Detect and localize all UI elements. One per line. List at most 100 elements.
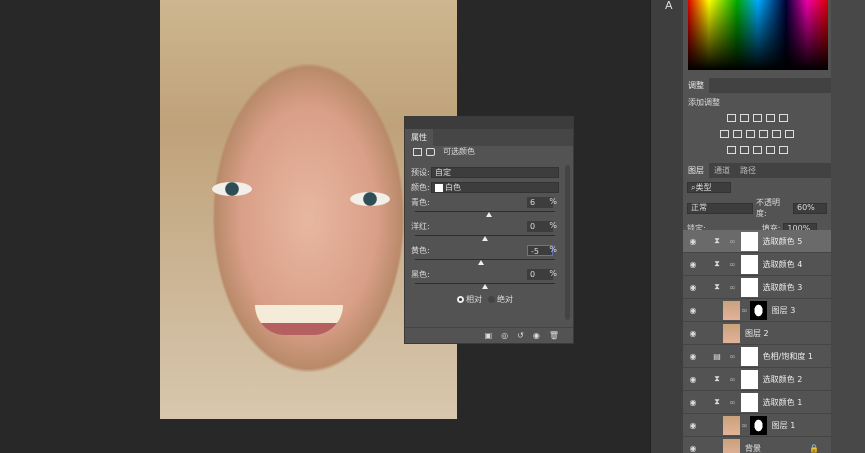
- tab-paths[interactable]: 路径: [735, 163, 761, 178]
- mask-thumbnail[interactable]: [740, 231, 758, 251]
- left-eye: [212, 182, 252, 196]
- selective-color-icon: ⧗: [714, 397, 720, 406]
- dock-area: [831, 0, 865, 453]
- colors-select[interactable]: 白色: [431, 182, 559, 193]
- layer-name: 图层 3: [771, 305, 796, 315]
- radio-absolute[interactable]: [488, 296, 495, 303]
- percent-sign: %: [549, 221, 557, 230]
- layer-row[interactable]: ◉ ∞ 图层 1: [683, 414, 831, 437]
- mask-thumbnail[interactable]: [740, 277, 758, 297]
- slider-track[interactable]: [415, 211, 555, 212]
- reset-icon[interactable]: ↺: [517, 331, 524, 343]
- selective-color-icon[interactable]: [413, 147, 422, 156]
- slider-thumb[interactable]: [486, 212, 493, 217]
- link-icon[interactable]: ∞: [729, 398, 736, 407]
- selective-color-icon: ⧗: [714, 259, 720, 268]
- eye-icon[interactable]: ◉: [683, 352, 703, 361]
- slider-label: 洋红:: [411, 222, 430, 231]
- radio-relative[interactable]: [457, 296, 464, 303]
- slider-label: 黄色:: [411, 246, 430, 255]
- mask-thumbnail[interactable]: [740, 369, 758, 389]
- slider-thumb[interactable]: [482, 236, 488, 241]
- tab-properties[interactable]: 属性: [405, 129, 433, 146]
- layer-row[interactable]: ◉ ∞ 图层 3: [683, 299, 831, 322]
- mask-thumbnail[interactable]: [749, 415, 767, 435]
- link-icon[interactable]: ∞: [741, 421, 748, 430]
- right-panels: 调整 添加调整 图层 通道 路径 ⌕ 类型 正常 不透明度: 60% 锁定: 填充: 100%…: [683, 0, 831, 453]
- eye-icon[interactable]: ◉: [683, 260, 703, 269]
- layer-name: 选取颜色 4: [762, 259, 803, 269]
- eye-icon[interactable]: ◉: [683, 421, 703, 430]
- opacity-input[interactable]: 60%: [793, 202, 827, 214]
- percent-sign: %: [549, 269, 557, 278]
- filter-select[interactable]: ⌕ 类型: [687, 182, 731, 193]
- smile: [255, 305, 343, 335]
- layer-name: 选取颜色 1: [762, 397, 803, 407]
- link-icon[interactable]: ∞: [729, 352, 736, 361]
- eye-icon[interactable]: ◉: [683, 398, 703, 407]
- scrollbar[interactable]: [565, 165, 570, 320]
- mask-thumbnail[interactable]: [740, 254, 758, 274]
- visibility-icon[interactable]: ◉: [533, 331, 540, 343]
- layer-row[interactable]: ◉ ⧗ ∞ 选取颜色 4: [683, 253, 831, 276]
- tab-adjustments[interactable]: 调整: [683, 78, 709, 93]
- white-swatch: [435, 183, 443, 192]
- color-spectrum[interactable]: [688, 0, 828, 70]
- layer-row[interactable]: ◉ ⧗ ∞ 选取颜色 3: [683, 276, 831, 299]
- layer-name: 色相/饱和度 1: [762, 351, 813, 361]
- link-icon[interactable]: ∞: [729, 237, 736, 246]
- layer-name: 图层 1: [771, 420, 796, 430]
- layer-row[interactable]: ◉ ⧗ ∞ 选取颜色 5: [683, 230, 831, 253]
- eye-icon[interactable]: ◉: [683, 283, 703, 292]
- selective-color-icon: ⧗: [714, 282, 720, 291]
- mask-thumbnail[interactable]: [740, 346, 758, 366]
- absolute-label: 绝对: [497, 295, 513, 304]
- layer-thumbnail[interactable]: [723, 300, 740, 320]
- add-adjustment-label: 添加调整: [688, 98, 720, 107]
- mask-thumbnail[interactable]: [749, 300, 767, 320]
- layer-row[interactable]: ◉ ▤ ∞ 色相/饱和度 1: [683, 345, 831, 368]
- eye-icon[interactable]: ◉: [683, 375, 703, 384]
- layer-row[interactable]: ◉ ⧗ ∞ 选取颜色 2: [683, 368, 831, 391]
- tool-strip: A: [650, 0, 683, 453]
- adjustment-icons[interactable]: [683, 112, 831, 160]
- layer-name: 选取颜色 3: [762, 282, 803, 292]
- link-icon[interactable]: ∞: [729, 283, 736, 292]
- colors-label: 颜色:: [411, 183, 430, 192]
- link-icon[interactable]: ∞: [729, 375, 736, 384]
- layer-name: 选取颜色 5: [762, 236, 803, 246]
- delete-icon[interactable]: 🗑: [549, 331, 559, 343]
- slider-thumb[interactable]: [482, 284, 488, 289]
- blend-mode-select[interactable]: 正常: [687, 202, 753, 214]
- right-eye: [350, 192, 390, 206]
- view-previous-icon[interactable]: ◎: [501, 331, 508, 343]
- layer-row[interactable]: ◉ ⧗ ∞ 选取颜色 1: [683, 391, 831, 414]
- layer-row[interactable]: ◉ 图层 2: [683, 322, 831, 345]
- preset-select[interactable]: 自定: [431, 167, 559, 178]
- layer-name: 图层 2: [745, 328, 769, 338]
- clip-to-layer-icon[interactable]: ▣: [485, 331, 493, 343]
- tab-layers[interactable]: 图层: [683, 163, 709, 178]
- layer-thumbnail[interactable]: [723, 323, 740, 343]
- eye-icon[interactable]: ◉: [683, 306, 703, 315]
- lock-icon: 🔒: [809, 443, 819, 453]
- layer-thumbnail[interactable]: [723, 438, 740, 453]
- link-icon[interactable]: ∞: [729, 260, 736, 269]
- eye-icon[interactable]: ◉: [683, 237, 703, 246]
- eye-icon[interactable]: ◉: [683, 329, 703, 338]
- relative-label: 相对: [466, 295, 482, 304]
- layer-thumbnail[interactable]: [723, 415, 740, 435]
- layer-name: 选取颜色 2: [762, 374, 803, 384]
- panel-titlebar[interactable]: [405, 117, 573, 129]
- eye-icon[interactable]: ◉: [683, 444, 703, 453]
- adjustment-name: 可选颜色: [443, 147, 475, 156]
- slider-thumb[interactable]: [477, 260, 484, 265]
- percent-sign: %: [549, 245, 557, 254]
- mask-icon[interactable]: [426, 147, 435, 156]
- mask-thumbnail[interactable]: [740, 392, 758, 412]
- layer-row[interactable]: ◉ 背景 🔒: [683, 437, 831, 453]
- character-tool-icon[interactable]: A: [665, 0, 673, 12]
- slider-track[interactable]: [415, 259, 555, 260]
- tab-channels[interactable]: 通道: [709, 163, 735, 178]
- link-icon[interactable]: ∞: [741, 306, 748, 315]
